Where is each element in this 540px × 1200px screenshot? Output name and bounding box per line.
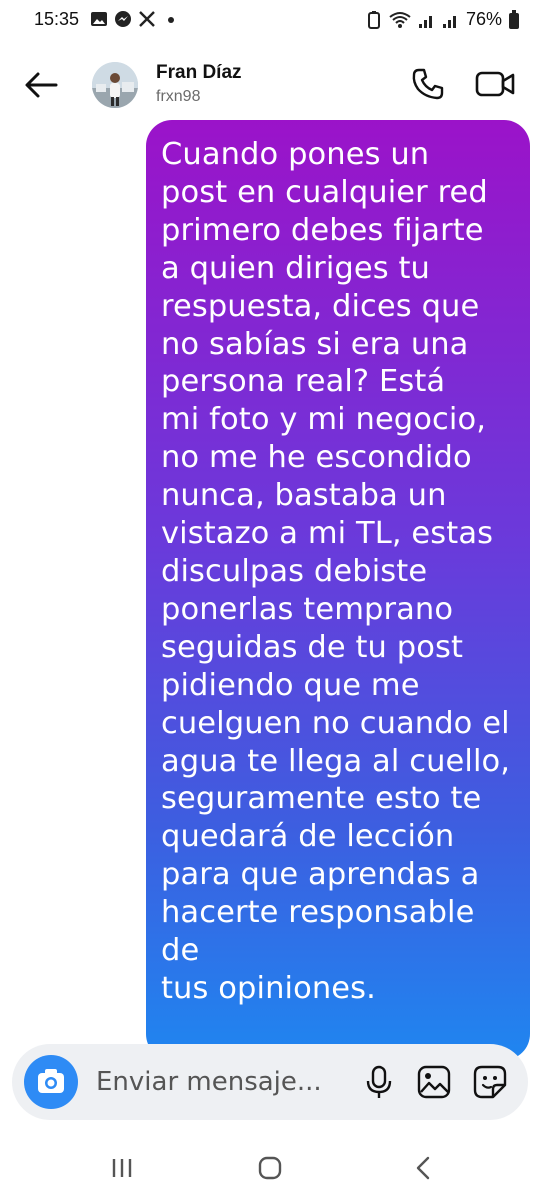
notification-icons <box>90 10 180 28</box>
chat-header: Fran Díaz frxn98 <box>0 42 540 126</box>
camera-button[interactable] <box>24 1055 78 1109</box>
home-icon <box>258 1156 282 1180</box>
x-icon <box>139 11 155 27</box>
call-button[interactable] <box>410 66 446 102</box>
status-time: 15:35 <box>34 9 80 29</box>
back-icon <box>416 1156 430 1180</box>
gallery-button[interactable] <box>416 1064 452 1100</box>
message-bubble[interactable]: Cuando pones un post en cualquier red pr… <box>146 120 530 1060</box>
message-input[interactable] <box>96 1062 356 1102</box>
signal-icon <box>418 15 432 28</box>
dot-icon <box>168 17 174 23</box>
back-button[interactable] <box>20 64 62 106</box>
home-button[interactable] <box>256 1154 284 1182</box>
battery-percent: 76% <box>465 9 502 29</box>
status-indicators: 76% <box>366 9 520 30</box>
sticker-button[interactable] <box>472 1064 508 1100</box>
wifi-icon <box>389 11 411 28</box>
recent-apps-icon <box>112 1159 132 1177</box>
microphone-button[interactable] <box>364 1064 394 1100</box>
nav-back-button[interactable] <box>410 1154 438 1182</box>
messenger-icon <box>115 11 131 27</box>
phone-icon <box>412 68 444 100</box>
recent-apps-button[interactable] <box>108 1154 136 1182</box>
battery-icon <box>509 9 519 29</box>
system-nav-bar <box>0 1134 540 1200</box>
battery-saver-icon <box>367 10 380 29</box>
message-composer <box>12 1044 528 1120</box>
gallery-icon <box>91 12 107 26</box>
message-text: Cuando pones un post en cualquier red pr… <box>161 137 511 1006</box>
video-camera-icon <box>475 71 515 97</box>
video-call-button[interactable] <box>474 66 516 102</box>
sticker-icon <box>473 1065 507 1099</box>
contact-name[interactable]: Fran Díaz <box>156 62 242 84</box>
avatar[interactable] <box>92 62 138 108</box>
avatar-photo <box>92 62 138 108</box>
microphone-icon <box>366 1065 392 1098</box>
camera-icon <box>38 1069 64 1093</box>
signal-icon <box>442 15 456 28</box>
image-icon <box>417 1065 451 1099</box>
contact-handle[interactable]: frxn98 <box>156 88 200 106</box>
arrow-left-icon <box>25 72 58 98</box>
status-bar: 15:35 76% <box>0 0 540 42</box>
